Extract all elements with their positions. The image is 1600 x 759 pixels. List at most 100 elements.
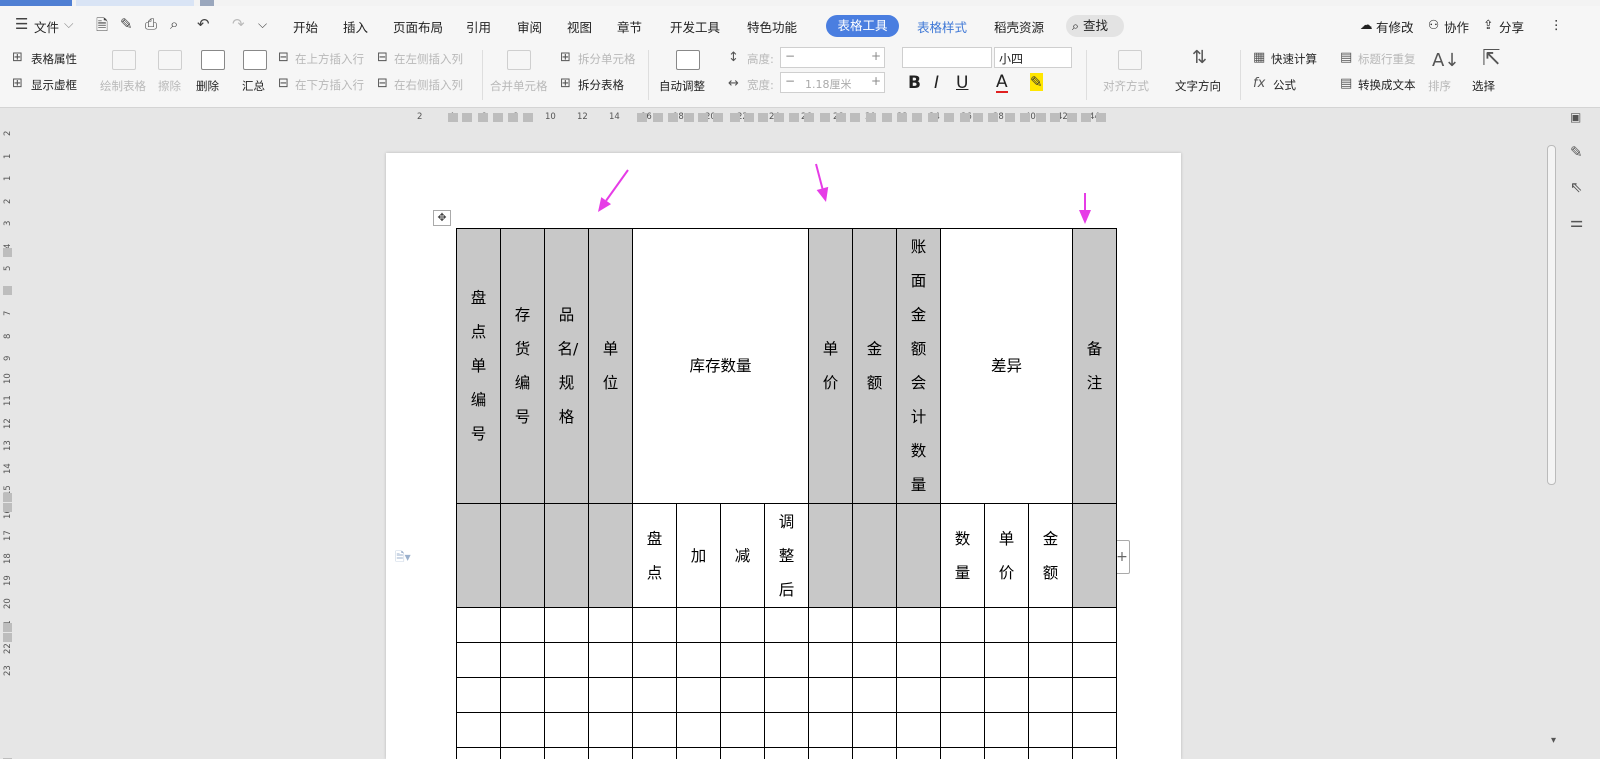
table-cell[interactable] (588, 607, 633, 643)
table-cell[interactable] (764, 607, 809, 643)
table-cell[interactable] (764, 677, 809, 713)
table-cell[interactable] (808, 712, 853, 748)
table-cell[interactable] (544, 607, 589, 643)
table-cell[interactable] (984, 712, 1029, 748)
header-cell[interactable]: 账面金额会计数量 (896, 228, 941, 504)
table-properties-button[interactable]: 表格属性 (31, 51, 77, 67)
table-cell[interactable] (588, 712, 633, 748)
table-cell[interactable] (720, 712, 765, 748)
italic-button[interactable]: I (934, 73, 939, 93)
align-button[interactable]: 对齐方式 (1103, 78, 1149, 94)
table-cell[interactable] (544, 503, 589, 608)
redo-icon[interactable]: ↷ (232, 15, 245, 33)
search-button[interactable]: ⌕ 查找 (1066, 15, 1124, 37)
tab-insert[interactable]: 插入 (343, 17, 368, 36)
undo-icon[interactable]: ↶ (197, 15, 210, 33)
text-direction-button[interactable]: 文字方向 (1175, 78, 1221, 94)
quick-calc-button[interactable]: 快速计算 (1271, 51, 1317, 67)
draw-table-button[interactable]: 绘制表格 (100, 78, 146, 94)
table-cell[interactable] (1028, 677, 1073, 713)
font-color-button[interactable]: A (996, 73, 1008, 93)
table-cell[interactable] (852, 607, 897, 643)
format-painter-icon[interactable]: ✎ (120, 15, 133, 33)
table-cell[interactable] (1072, 642, 1117, 678)
table-cell[interactable] (984, 677, 1029, 713)
table-cell[interactable] (984, 642, 1029, 678)
table-cell[interactable] (764, 712, 809, 748)
subheader-cell[interactable]: 调整后 (764, 503, 809, 608)
horizontal-ruler[interactable]: 2468101214161820222426283032343638404244 (400, 112, 1165, 124)
table-cell[interactable] (500, 607, 545, 643)
table-cell[interactable] (456, 747, 501, 759)
underline-button[interactable]: U (956, 73, 968, 93)
height-stepper[interactable]: − + (780, 47, 885, 68)
table-cell[interactable] (808, 607, 853, 643)
edit-pen-icon[interactable]: ✎ (1570, 143, 1583, 161)
merge-cells-button[interactable]: 合并单元格 (490, 78, 548, 94)
header-cell[interactable]: 存货编号 (500, 228, 545, 504)
table-cell[interactable] (852, 712, 897, 748)
header-cell[interactable]: 品名/规格 (544, 228, 589, 504)
more-icon[interactable]: ⋮ (1550, 17, 1563, 32)
subheader-cell[interactable]: 金额 (1028, 503, 1073, 608)
subheader-cell[interactable]: 盘点 (632, 503, 677, 608)
table-cell[interactable] (588, 747, 633, 759)
erase-button[interactable]: 擦除 (158, 78, 181, 94)
print-preview-icon[interactable]: ⌕ (170, 15, 178, 33)
convert-to-text-button[interactable]: 转换成文本 (1358, 77, 1416, 93)
tab-developer[interactable]: 开发工具 (670, 17, 720, 36)
tab-review[interactable]: 审阅 (517, 17, 542, 36)
font-family-select[interactable] (902, 47, 992, 68)
table-cell[interactable] (544, 642, 589, 678)
table-cell[interactable] (456, 677, 501, 713)
table-cell[interactable] (500, 503, 545, 608)
table-cell[interactable] (984, 747, 1029, 759)
share-button[interactable]: 分享 (1499, 17, 1524, 36)
table-cell[interactable] (984, 607, 1029, 643)
tab-features[interactable]: 特色功能 (747, 17, 797, 36)
table-cell[interactable] (500, 642, 545, 678)
header-cell[interactable]: 差异 (940, 228, 1073, 504)
table-cell[interactable] (456, 712, 501, 748)
print-icon[interactable]: ⎙ (145, 15, 157, 33)
select-button[interactable]: 选择 (1472, 78, 1495, 94)
inventory-table[interactable]: 盘点单编号 存货编号 品名/规格 单位 库存数量 单价 金额 账面金额会计数量 … (456, 228, 1117, 759)
header-cell[interactable]: 备注 (1072, 228, 1117, 504)
table-cell[interactable] (632, 642, 677, 678)
tab-view[interactable]: 视图 (567, 17, 592, 36)
scroll-down-icon[interactable]: ▾ (1551, 735, 1556, 746)
modified-status[interactable]: 有修改 (1376, 17, 1414, 36)
table-cell[interactable] (896, 642, 941, 678)
table-cell[interactable] (896, 607, 941, 643)
header-cell[interactable]: 单价 (808, 228, 853, 504)
formula-button[interactable]: 公式 (1273, 77, 1296, 93)
table-cell[interactable] (940, 607, 985, 643)
table-cell[interactable] (940, 677, 985, 713)
table-cell[interactable] (676, 642, 721, 678)
tab-table-style[interactable]: 表格样式 (917, 17, 967, 36)
table-cell[interactable] (588, 503, 633, 608)
vertical-ruler[interactable]: 211234567891011121314151617181920212223 (0, 118, 14, 759)
table-cell[interactable] (896, 712, 941, 748)
table-cell[interactable] (896, 677, 941, 713)
bold-button[interactable]: B (908, 73, 921, 93)
table-cell[interactable] (676, 677, 721, 713)
table-move-icon[interactable]: ✥ (433, 210, 451, 226)
table-cell[interactable] (720, 677, 765, 713)
header-cell[interactable]: 库存数量 (632, 228, 809, 504)
chevron-down-icon[interactable]: ⌵ (64, 16, 73, 32)
insert-row-below-button[interactable]: 在下方插入行 (295, 77, 364, 93)
paragraph-layout-icon[interactable]: 🗎▾ (395, 548, 411, 569)
table-cell[interactable] (676, 747, 721, 759)
table-cell[interactable] (456, 503, 501, 608)
table-cell[interactable] (808, 677, 853, 713)
table-cell[interactable] (544, 747, 589, 759)
table-cell[interactable] (632, 747, 677, 759)
table-cell[interactable] (720, 642, 765, 678)
collab-button[interactable]: 协作 (1444, 17, 1469, 36)
insert-row-above-button[interactable]: 在上方插入行 (295, 51, 364, 67)
font-size-select[interactable]: 小四 (994, 47, 1072, 68)
table-cell[interactable] (1072, 712, 1117, 748)
save-icon[interactable]: 🗎 (96, 15, 108, 40)
hamburger-icon[interactable]: ☰ (15, 15, 28, 33)
